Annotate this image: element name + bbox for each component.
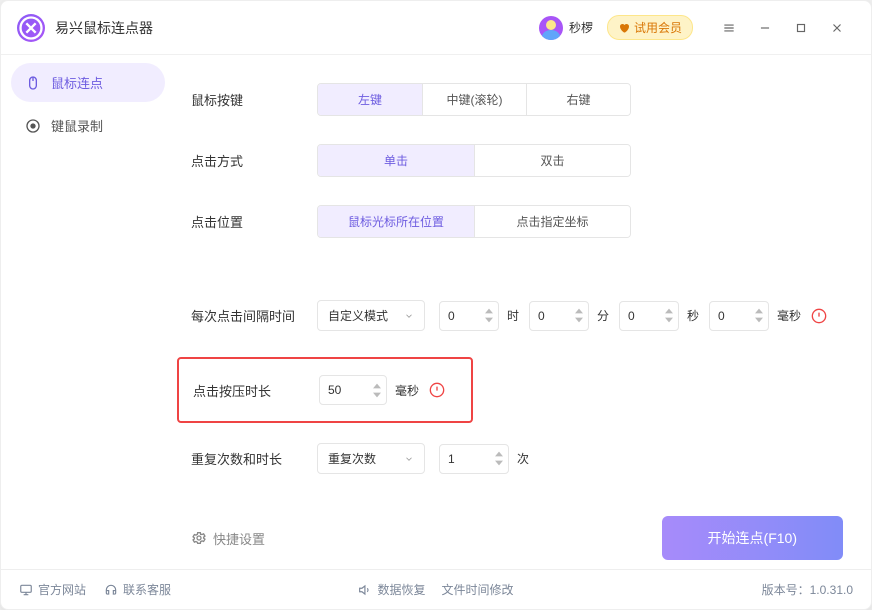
link-file-time[interactable]: 文件时间修改: [442, 581, 514, 598]
close-button[interactable]: [819, 10, 855, 46]
seg-cursor-pos[interactable]: 鼠标光标所在位置: [318, 206, 474, 237]
seg-right[interactable]: 右键: [526, 84, 630, 115]
label-interval: 每次点击间隔时间: [191, 306, 317, 325]
unit-seconds: 秒: [687, 307, 699, 324]
titlebar: 易兴鼠标连点器 秒椤 试用会员: [1, 1, 871, 55]
quick-label: 快捷设置: [213, 529, 265, 548]
vip-label: 试用会员: [634, 19, 682, 36]
vip-badge[interactable]: 试用会员: [607, 15, 693, 40]
label-press: 点击按压时长: [179, 381, 319, 400]
select-value: 自定义模式: [328, 307, 388, 324]
seg-middle[interactable]: 中键(滚轮): [422, 84, 526, 115]
quick-settings-link[interactable]: 快捷设置: [191, 529, 265, 548]
select-interval-mode[interactable]: 自定义模式: [317, 300, 425, 331]
warn-icon: [429, 382, 445, 398]
seg-click-pos: 鼠标光标所在位置 点击指定坐标: [317, 205, 631, 238]
version-label: 版本号：1.0.31.0: [762, 581, 853, 598]
spinner[interactable]: [494, 450, 504, 467]
avatar[interactable]: [539, 16, 563, 40]
label-mouse-key: 鼠标按键: [191, 90, 317, 109]
label-repeat: 重复次数和时长: [191, 449, 317, 468]
warn-icon: [811, 308, 827, 324]
sidebar-item-auto-click[interactable]: 鼠标连点: [11, 63, 165, 102]
seg-left[interactable]: 左键: [318, 84, 422, 115]
app-title: 易兴鼠标连点器: [55, 18, 153, 38]
chevron-down-icon: [404, 454, 414, 464]
link-data-recover[interactable]: 数据恢复: [358, 581, 425, 598]
heart-icon: [618, 22, 630, 34]
spinner[interactable]: [664, 307, 674, 324]
seg-mouse-key: 左键 中键(滚轮) 右键: [317, 83, 631, 116]
select-repeat-mode[interactable]: 重复次数: [317, 443, 425, 474]
seg-single[interactable]: 单击: [318, 145, 474, 176]
input-repeat-count[interactable]: 1: [439, 444, 509, 474]
sidebar-item-record[interactable]: 键鼠录制: [11, 106, 165, 145]
monitor-icon: [19, 583, 33, 597]
menu-button[interactable]: [711, 10, 747, 46]
seg-click-mode: 单击 双击: [317, 144, 631, 177]
minimize-button[interactable]: [747, 10, 783, 46]
label-click-mode: 点击方式: [191, 151, 317, 170]
gear-icon: [191, 530, 207, 546]
sidebar-item-label: 鼠标连点: [51, 73, 103, 92]
input-ms[interactable]: 0: [709, 301, 769, 331]
unit-hours: 时: [507, 307, 519, 324]
seg-double[interactable]: 双击: [474, 145, 630, 176]
seg-coord-pos[interactable]: 点击指定坐标: [474, 206, 630, 237]
main-panel: 鼠标按键 左键 中键(滚轮) 右键 点击方式 单击 双击 点击位置 鼠标光: [173, 55, 871, 569]
sidebar: 鼠标连点 键鼠录制: [1, 55, 173, 569]
chevron-down-icon: [404, 311, 414, 321]
input-minutes[interactable]: 0: [529, 301, 589, 331]
input-hours[interactable]: 0: [439, 301, 499, 331]
sidebar-item-label: 键鼠录制: [51, 116, 103, 135]
input-press-ms[interactable]: 50: [319, 375, 387, 405]
statusbar: 官方网站 联系客服 数据恢复 文件时间修改 版本号：1.0.31.0: [1, 569, 871, 609]
username: 秒椤: [569, 19, 593, 36]
link-official-site[interactable]: 官方网站: [19, 581, 86, 598]
start-button[interactable]: 开始连点(F10): [662, 516, 843, 560]
record-icon: [25, 118, 41, 134]
speaker-icon: [358, 583, 372, 597]
unit-minutes: 分: [597, 307, 609, 324]
mouse-icon: [25, 75, 41, 91]
headset-icon: [104, 583, 118, 597]
spinner[interactable]: [372, 382, 382, 399]
link-support[interactable]: 联系客服: [104, 581, 171, 598]
unit-repeat: 次: [517, 450, 529, 467]
spinner[interactable]: [574, 307, 584, 324]
unit-press: 毫秒: [395, 382, 419, 399]
label-click-pos: 点击位置: [191, 212, 317, 231]
maximize-button[interactable]: [783, 10, 819, 46]
press-duration-highlight: 点击按压时长 50 毫秒: [177, 357, 473, 423]
select-value: 重复次数: [328, 450, 376, 467]
app-logo-icon: [17, 14, 45, 42]
spinner[interactable]: [754, 307, 764, 324]
app-window: 易兴鼠标连点器 秒椤 试用会员 鼠标连点 键鼠: [0, 0, 872, 610]
spinner[interactable]: [484, 307, 494, 324]
unit-ms: 毫秒: [777, 307, 801, 324]
input-seconds[interactable]: 0: [619, 301, 679, 331]
